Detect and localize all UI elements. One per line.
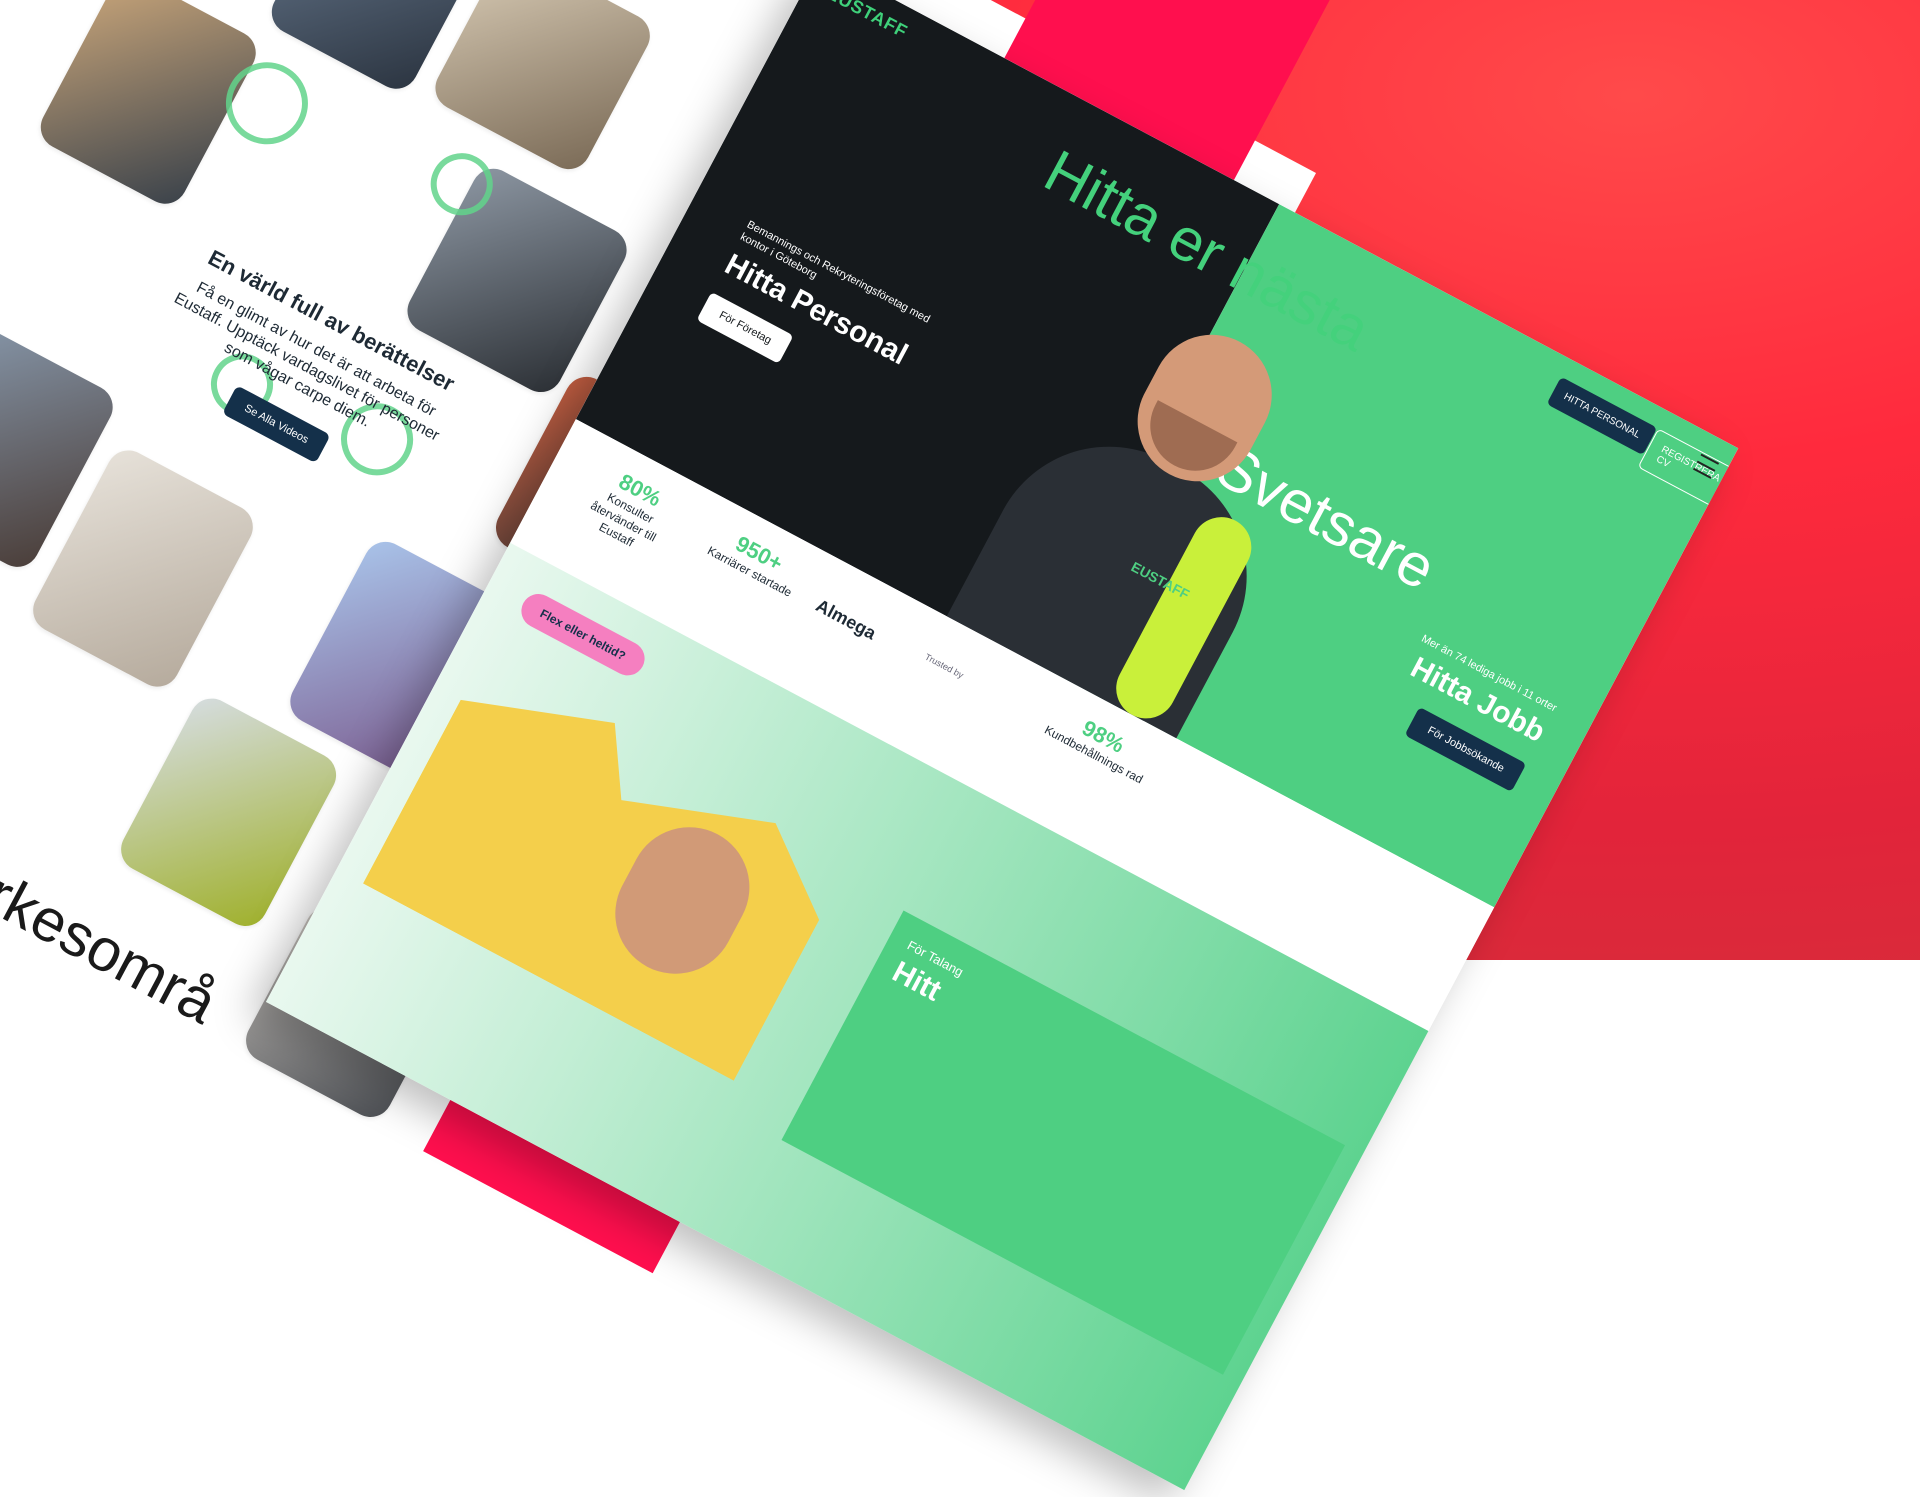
photo-hivis-worker	[113, 690, 344, 934]
yellow-shape	[363, 654, 856, 1081]
stat-item: 80% Konsulter återvänder till Eustaff	[568, 456, 690, 566]
photo-forklift	[427, 0, 658, 177]
almega-logo: Almega	[812, 595, 880, 644]
talang-card: För Talang Hitt	[781, 910, 1346, 1375]
trusted-by-label: Trusted by	[923, 651, 966, 681]
